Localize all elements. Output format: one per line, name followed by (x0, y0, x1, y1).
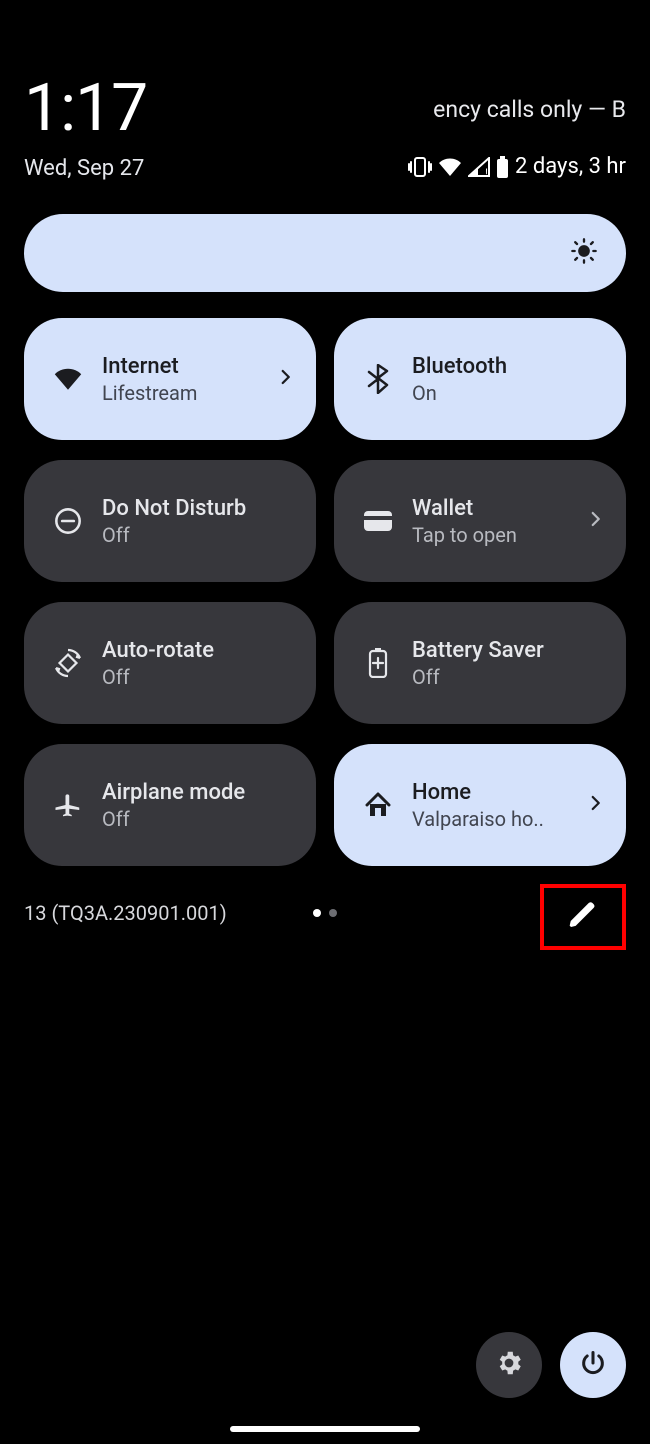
wifi-icon (438, 157, 462, 177)
tile-airplane[interactable]: Airplane mode Off (24, 744, 316, 866)
carrier-text: ency calls only — B (433, 96, 626, 123)
tile-subtitle: On (412, 381, 604, 405)
tile-title: Airplane mode (102, 780, 294, 805)
tile-title: Bluetooth (412, 354, 604, 379)
tile-wallet[interactable]: Wallet Tap to open (334, 460, 626, 582)
bluetooth-icon (356, 364, 400, 394)
page-dot (313, 909, 321, 917)
date-label: Wed, Sep 27 (24, 156, 144, 181)
edit-button[interactable] (567, 899, 599, 935)
brightness-icon (570, 237, 598, 269)
clock: 1:17 (24, 70, 147, 147)
tile-dnd[interactable]: Do Not Disturb Off (24, 460, 316, 582)
home-icon (356, 791, 400, 819)
tile-subtitle: Tap to open (412, 523, 582, 547)
highlight-box (540, 884, 626, 950)
wifi-icon (46, 367, 90, 391)
vibrate-icon (408, 156, 432, 178)
page-dot (329, 909, 337, 917)
tile-title: Home (412, 780, 582, 805)
brightness-slider[interactable] (24, 214, 626, 292)
settings-button[interactable] (476, 1332, 542, 1398)
gear-icon (494, 1348, 524, 1382)
nav-handle[interactable] (230, 1426, 420, 1432)
dnd-icon (46, 507, 90, 535)
tile-title: Auto-rotate (102, 638, 294, 663)
tile-batterysaver[interactable]: Battery Saver Off (334, 602, 626, 724)
tile-title: Internet (102, 354, 272, 379)
power-icon (579, 1349, 607, 1381)
tile-internet[interactable]: Internet Lifestream (24, 318, 316, 440)
tile-subtitle: Lifestream (102, 381, 272, 405)
battery-estimate: 2 days, 3 hr (515, 154, 626, 179)
chevron-right-icon (586, 510, 604, 532)
status-icons: ! 2 days, 3 hr (408, 154, 626, 179)
tile-subtitle: Off (102, 665, 294, 689)
power-button[interactable] (560, 1332, 626, 1398)
battery-saver-icon (356, 648, 400, 678)
tile-title: Wallet (412, 496, 582, 521)
wallet-icon (356, 510, 400, 532)
tile-bluetooth[interactable]: Bluetooth On (334, 318, 626, 440)
tile-subtitle: Off (412, 665, 604, 689)
chevron-right-icon (586, 794, 604, 816)
battery-icon (496, 156, 509, 178)
tile-home[interactable]: Home Valparaiso ho.. (334, 744, 626, 866)
tile-subtitle: Off (102, 523, 294, 547)
build-label: 13 (TQ3A.230901.001) (24, 901, 227, 925)
page-indicator (313, 909, 337, 917)
autorotate-icon (46, 648, 90, 678)
chevron-right-icon (276, 368, 294, 390)
signal-icon: ! (468, 157, 490, 177)
tile-autorotate[interactable]: Auto-rotate Off (24, 602, 316, 724)
tile-title: Battery Saver (412, 638, 604, 663)
svg-text:!: ! (485, 167, 488, 177)
airplane-icon (46, 790, 90, 820)
tile-subtitle: Off (102, 807, 294, 831)
tile-subtitle: Valparaiso ho.. (412, 807, 582, 831)
tile-title: Do Not Disturb (102, 496, 294, 521)
